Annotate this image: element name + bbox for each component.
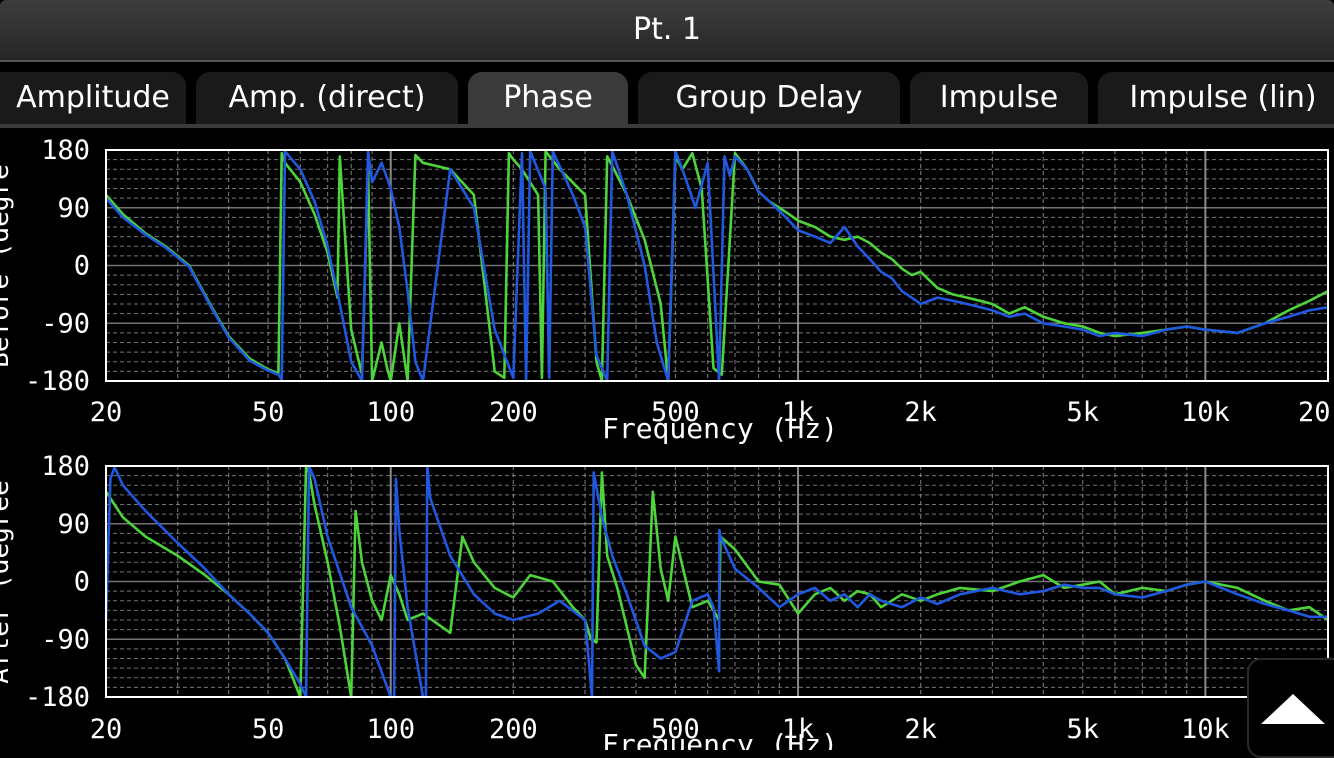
y-tick-label: -180 [25, 366, 90, 397]
x-axis-label: Frequency (Hz) [602, 728, 838, 750]
x-axis-label: Frequency (Hz) [602, 412, 838, 445]
x-tick-label: 50 [252, 714, 285, 745]
x-tick-label: 20 [90, 397, 123, 428]
title-bar: Pt. 1 [0, 0, 1334, 62]
x-tick-label: 200 [489, 397, 538, 428]
y-axis-label: Before (degre [0, 164, 15, 368]
x-tick-label: 2k [904, 714, 937, 745]
tab-amp-direct[interactable]: Amp. (direct) [196, 72, 458, 124]
y-tick-label: 180 [41, 135, 90, 166]
x-tick-label: 50 [252, 397, 285, 428]
x-tick-label: 5k [1067, 397, 1100, 428]
y-tick-label: 90 [57, 509, 90, 540]
tab-phase[interactable]: Phase [468, 72, 628, 124]
y-tick-label: -90 [41, 308, 90, 339]
y-tick-label: 0 [74, 251, 90, 282]
y-tick-label: 180 [41, 451, 90, 482]
x-tick-label: 200 [489, 714, 538, 745]
x-tick-label: 10k [1181, 397, 1230, 428]
scroll-up-button[interactable] [1247, 658, 1334, 758]
x-tick-label: 10k [1181, 714, 1230, 745]
tab-bar: Amplitude Amp. (direct) Phase Group Dela… [0, 64, 1334, 128]
tab-impulse[interactable]: Impulse [910, 72, 1088, 124]
x-tick-label: 5k [1067, 714, 1100, 745]
x-tick-label: 20 [1298, 397, 1331, 428]
x-tick-label: 100 [366, 397, 415, 428]
tab-amplitude[interactable]: Amplitude [0, 72, 186, 124]
y-axis-label: After (degree [0, 480, 15, 684]
window-title: Pt. 1 [632, 12, 701, 47]
y-tick-label: -180 [25, 682, 90, 713]
phase-charts: 180900-90-18020 50 100 200 500 1k 2k 5k 10k 20Fre… [0, 135, 1331, 750]
tab-group-delay[interactable]: Group Delay [638, 72, 900, 124]
x-tick-label: 2k [904, 397, 937, 428]
x-tick-label: 100 [366, 714, 415, 745]
tab-impulse-lin[interactable]: Impulse (lin) [1098, 72, 1334, 124]
y-tick-label: 0 [74, 567, 90, 598]
x-tick-label: 20 [90, 714, 123, 745]
y-tick-label: -90 [41, 624, 90, 655]
y-tick-label: 90 [57, 193, 90, 224]
triangle-up-icon [1261, 694, 1325, 724]
